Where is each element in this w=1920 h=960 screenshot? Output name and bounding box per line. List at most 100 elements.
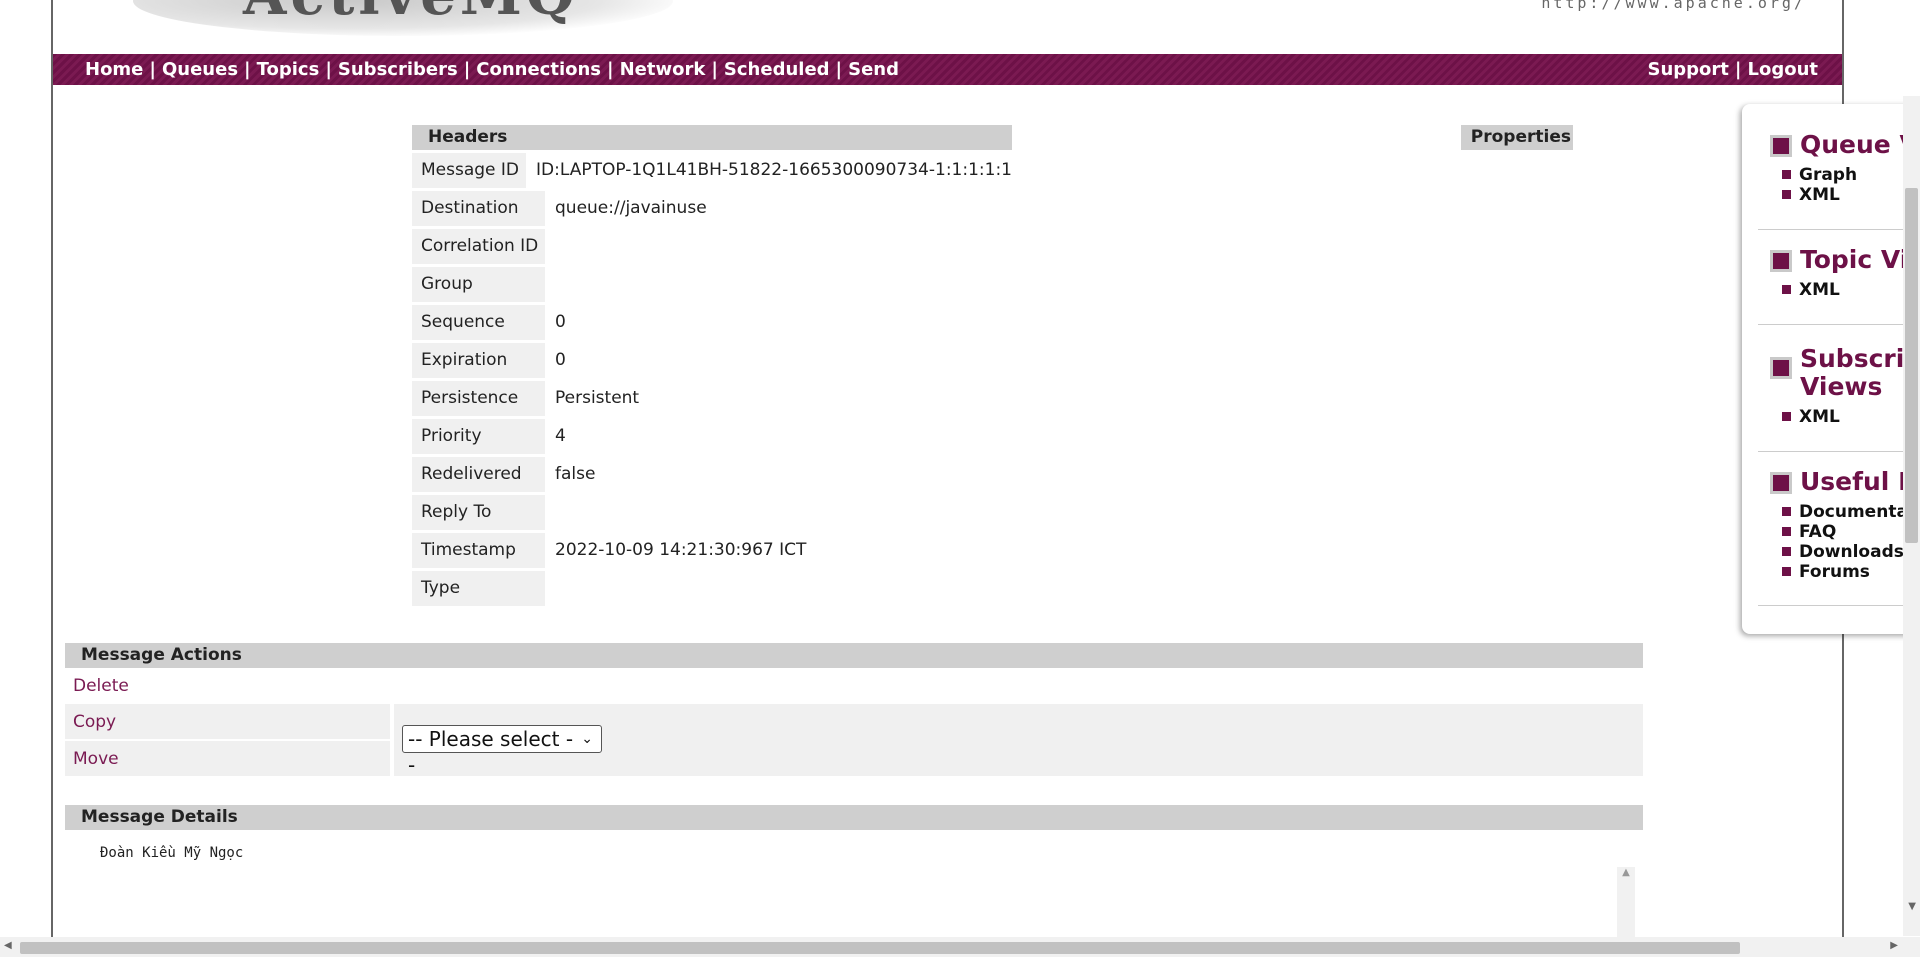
nav-subscribers[interactable]: Subscribers (338, 59, 458, 80)
panel-link-text: XML (1799, 185, 1840, 205)
bullet-icon (1782, 527, 1791, 536)
panel-link-xml[interactable]: XML (1782, 280, 1920, 300)
side-panel: Queue Views Graph XML Topic Views XML Su… (1742, 104, 1920, 634)
nav-logout[interactable]: Logout (1747, 59, 1818, 80)
panel-link-forums[interactable]: Forums (1782, 562, 1920, 582)
header-row-group: Group (412, 267, 1012, 302)
scroll-down-icon[interactable]: ▼ (1908, 901, 1916, 912)
header-label: Persistence (412, 381, 545, 416)
square-bullet-icon (1770, 135, 1792, 157)
header-label: Expiration (412, 343, 545, 378)
panel-links: Documentation FAQ Downloads Forums (1782, 502, 1920, 582)
scroll-left-icon[interactable]: ◀ (4, 940, 12, 951)
header-row-sequence: Sequence 0 (412, 305, 1012, 340)
header-row-message-id: Message ID ID:LAPTOP-1Q1L41BH-51822-1665… (412, 153, 1012, 188)
header-row-reply-to: Reply To (412, 495, 1012, 530)
panel-link-xml[interactable]: XML (1782, 407, 1920, 427)
logo: ActiveMQ (243, 0, 579, 28)
logo-area: ActiveMQ http://www.apache.org/ (53, 0, 1842, 54)
panel-group-topic-views: Topic Views XML (1770, 246, 1920, 300)
horizontal-scrollbar[interactable]: ◀ ▶ (0, 937, 1920, 957)
panel-heading-text: Useful Links (1800, 467, 1920, 496)
scroll-right-icon[interactable]: ▶ (1890, 940, 1898, 951)
panel-link-downloads[interactable]: Downloads (1782, 542, 1920, 562)
scroll-up-icon[interactable]: ▲ (1617, 867, 1635, 878)
panel-heading: Subscribers Views (1770, 345, 1920, 401)
header-value (545, 267, 555, 302)
apache-url[interactable]: http://www.apache.org/ (1541, 0, 1806, 12)
nav-right: Support | Logout (1648, 59, 1819, 80)
headers-title: Headers (412, 125, 1012, 150)
nav-separator: | (835, 59, 843, 80)
panel-group-useful-links: Useful Links Documentation FAQ Downloads… (1770, 468, 1920, 582)
panel-link-text: XML (1799, 280, 1840, 300)
nav-queues[interactable]: Queues (162, 59, 238, 80)
panel-group-subscribers-views: Subscribers Views XML (1770, 345, 1920, 427)
delete-link[interactable]: Delete (73, 676, 129, 696)
panel-links: Graph XML (1782, 165, 1920, 205)
header-value (545, 229, 555, 264)
destination-select-value: -- Please select -- (408, 727, 574, 777)
header-row-timestamp: Timestamp 2022-10-09 14:21:30:967 ICT (412, 533, 1012, 568)
move-link[interactable]: Move (73, 749, 119, 769)
nav-send[interactable]: Send (848, 59, 899, 80)
header-row-correlation-id: Correlation ID (412, 229, 1012, 264)
bullet-icon (1782, 285, 1791, 294)
panel-link-graph[interactable]: Graph (1782, 165, 1920, 185)
details-title: Message Details (65, 805, 1643, 830)
vertical-scroll-thumb[interactable] (1905, 188, 1918, 543)
nav-support[interactable]: Support (1648, 59, 1729, 80)
nav-topics[interactable]: Topics (257, 59, 320, 80)
header-row-redelivered: Redelivered false (412, 457, 1012, 492)
nav-home[interactable]: Home (85, 59, 143, 80)
panel-links: XML (1782, 407, 1920, 427)
header-label: Group (412, 267, 545, 302)
bullet-icon (1782, 547, 1791, 556)
header-label: Destination (412, 191, 545, 226)
header-value (545, 571, 555, 606)
panel-link-faq[interactable]: FAQ (1782, 522, 1920, 542)
panel-link-xml[interactable]: XML (1782, 185, 1920, 205)
header-value: 0 (555, 350, 566, 370)
copy-row: Copy (65, 704, 390, 739)
square-bullet-icon (1770, 250, 1792, 272)
header-value: 0 (555, 312, 566, 332)
panel-heading-text: Queue Views (1800, 130, 1920, 159)
square-bullet-icon (1770, 357, 1792, 379)
nav-connections[interactable]: Connections (476, 59, 601, 80)
destination-select[interactable]: -- Please select -- ⌄ (402, 725, 602, 777)
destination-select-cell: -- Please select -- ⌄ (394, 704, 1643, 777)
nav-separator: | (244, 59, 251, 80)
panel-link-documentation[interactable]: Documentation (1782, 502, 1920, 522)
header-row-destination: Destination queue://javainuse (412, 191, 1012, 226)
panel-group-queue-views: Queue Views Graph XML (1770, 131, 1920, 205)
nav-network[interactable]: Network (620, 59, 706, 80)
header-value: 4 (555, 426, 566, 446)
panel-link-text: FAQ (1799, 522, 1837, 542)
panel-heading: Queue Views (1770, 131, 1920, 159)
nav-separator: | (1734, 59, 1742, 80)
move-row: Move (65, 741, 390, 776)
header-label: Type (412, 571, 545, 606)
nav-separator: | (463, 59, 471, 80)
header-row-type: Type (412, 571, 1012, 606)
header-value: ID:LAPTOP-1Q1L41BH-51822-1665300090734-1… (536, 160, 1012, 180)
panel-link-text: Downloads (1799, 542, 1904, 562)
nav-scheduled[interactable]: Scheduled (724, 59, 830, 80)
bullet-icon (1782, 567, 1791, 576)
nav-separator: | (325, 59, 332, 80)
vertical-scrollbar[interactable]: ▼ (1903, 96, 1920, 936)
panel-heading-text: Topic Views (1800, 245, 1920, 274)
header-label: Timestamp (412, 533, 545, 568)
headers-table: Headers Message ID ID:LAPTOP-1Q1L41BH-51… (412, 125, 1012, 606)
nav-separator: | (711, 59, 718, 80)
copy-link[interactable]: Copy (73, 712, 116, 732)
panel-link-text: XML (1799, 407, 1840, 427)
horizontal-scroll-thumb[interactable] (20, 942, 1740, 954)
panel-heading-text: Subscribers Views (1800, 344, 1920, 401)
main-nav: Home | Queues | Topics | Subscribers | Connectio… (53, 54, 1842, 85)
header-label: Reply To (412, 495, 545, 530)
header-value: queue://javainuse (555, 198, 707, 218)
bullet-icon (1782, 190, 1791, 199)
header-value: 2022-10-09 14:21:30:967 ICT (555, 540, 807, 560)
